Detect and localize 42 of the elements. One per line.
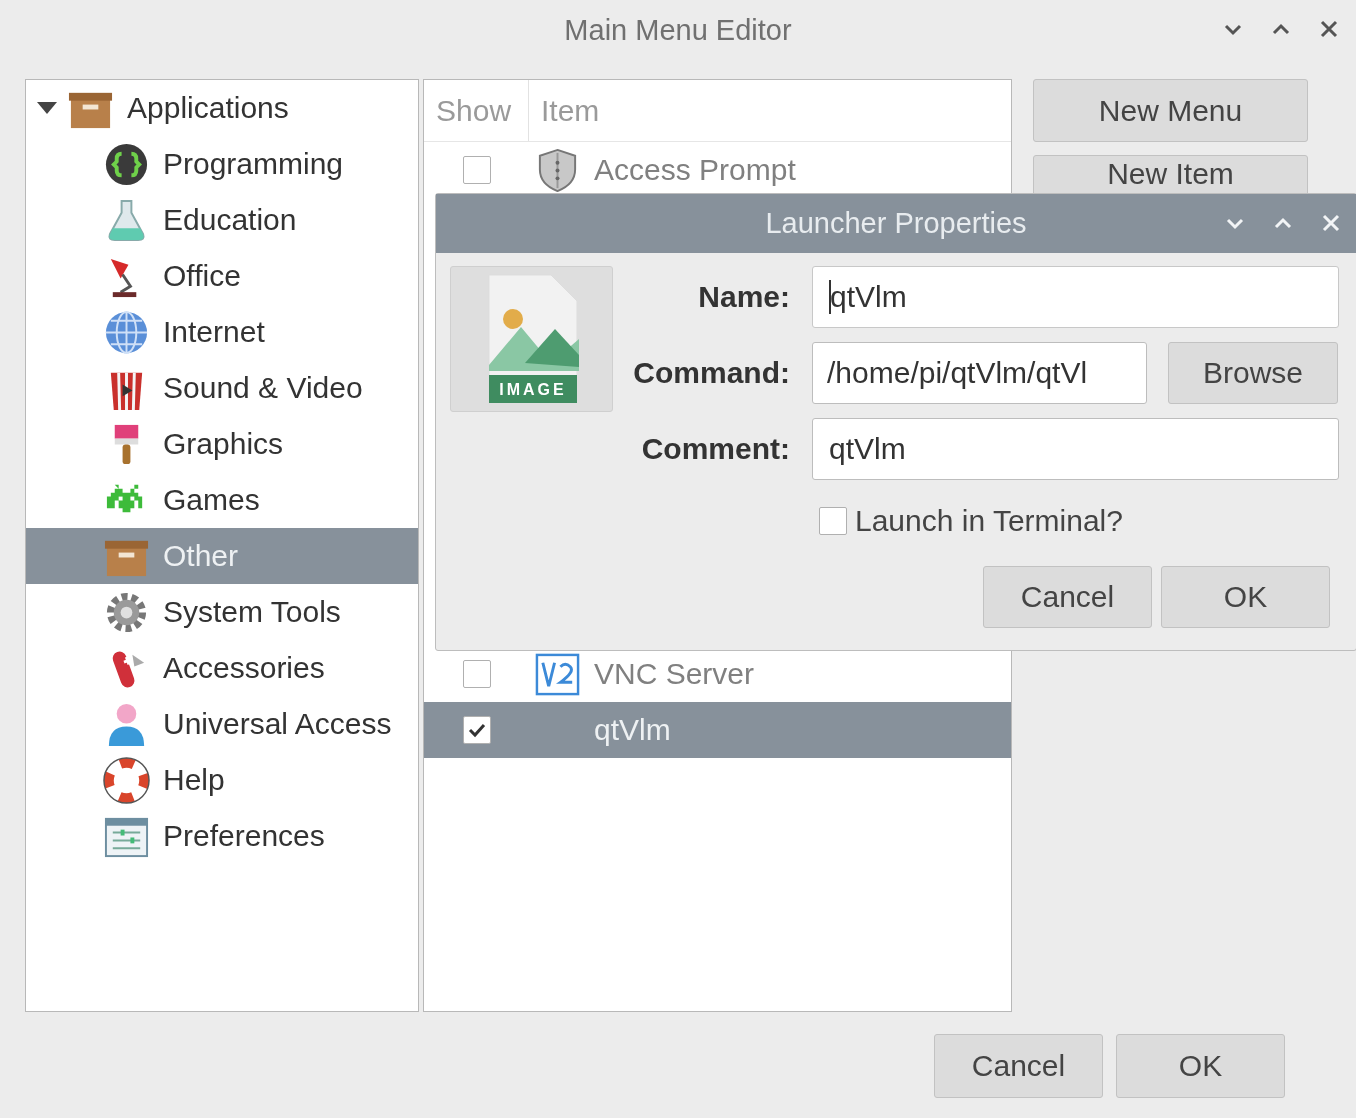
field-label: Name: bbox=[697, 280, 790, 314]
checkbox[interactable] bbox=[462, 156, 491, 184]
item-label[interactable]: VNC Server bbox=[594, 657, 755, 691]
collapse-triangle-icon bbox=[36, 101, 58, 115]
comment-field[interactable]: qtVlm bbox=[812, 418, 1339, 480]
close-button[interactable] bbox=[1320, 212, 1342, 234]
dialog-title: Launcher Properties bbox=[765, 207, 1027, 240]
window-title: Main Menu Editor bbox=[564, 13, 792, 47]
tree-item[interactable]: Games bbox=[26, 472, 418, 528]
lifebuoy-icon bbox=[103, 756, 150, 804]
checkbox[interactable] bbox=[462, 660, 491, 688]
tree-item[interactable]: Programming bbox=[26, 136, 418, 192]
command-field[interactable]: /home/pi/qtVlm/qtVl bbox=[812, 342, 1147, 404]
cancel-button[interactable]: Cancel bbox=[934, 1034, 1103, 1098]
tree-item[interactable]: Preferences bbox=[26, 808, 418, 864]
close-button[interactable] bbox=[1318, 18, 1340, 40]
ok-button[interactable]: OK bbox=[1116, 1034, 1285, 1098]
name-field[interactable]: qtVlm bbox=[812, 266, 1339, 328]
tree-item[interactable]: Sound & Video bbox=[26, 360, 418, 416]
tree-item[interactable]: Help bbox=[26, 752, 418, 808]
tree-item[interactable]: Internet bbox=[26, 304, 418, 360]
tree-item[interactable]: System Tools bbox=[26, 584, 418, 640]
tree-item[interactable]: Graphics bbox=[26, 416, 418, 472]
tree-item[interactable]: Education bbox=[26, 192, 418, 248]
field-label: Comment: bbox=[640, 432, 790, 466]
item-label[interactable]: Access Prompt bbox=[594, 153, 796, 187]
close-icon bbox=[1320, 212, 1342, 234]
checkbox-label[interactable]: Launch in Terminal? bbox=[855, 504, 1123, 538]
browse-button[interactable]: Browse bbox=[1168, 342, 1338, 404]
tree-item[interactable]: Universal Access bbox=[26, 696, 418, 752]
ok-button[interactable]: OK bbox=[1161, 566, 1330, 628]
close-icon bbox=[1318, 18, 1340, 40]
field-label: Command: bbox=[632, 356, 790, 390]
side-button[interactable]: New Menu bbox=[1033, 79, 1308, 142]
checkbox[interactable] bbox=[819, 507, 847, 535]
tree-item[interactable]: Applications bbox=[26, 80, 418, 136]
tree-item[interactable]: Office bbox=[26, 248, 418, 304]
cancel-button[interactable]: Cancel bbox=[983, 566, 1152, 628]
tree-item[interactable]: Accessories bbox=[26, 640, 418, 696]
icon-button[interactable]: IMAGE bbox=[450, 266, 613, 412]
checkbox[interactable] bbox=[462, 716, 491, 744]
globe-icon bbox=[103, 308, 150, 356]
